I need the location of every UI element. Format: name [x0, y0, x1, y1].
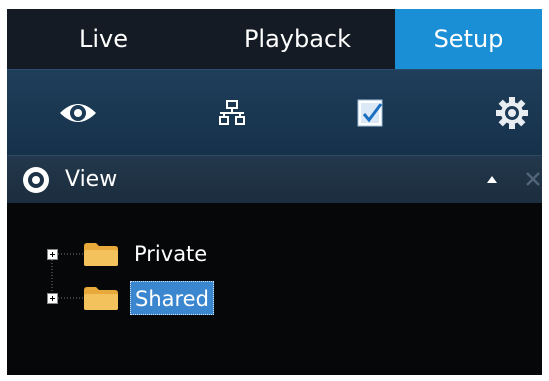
collapse-arrow-icon[interactable] — [485, 172, 499, 186]
folder-icon — [84, 287, 118, 310]
expand-private-icon[interactable] — [47, 249, 58, 260]
views-button[interactable] — [57, 92, 99, 134]
tab-setup-label: Setup — [433, 25, 504, 53]
app-window: Live Playback Setup View Private Shared — [7, 9, 542, 375]
tab-playback-label: Playback — [243, 25, 352, 53]
tree-item-label: Private — [134, 242, 208, 266]
main-tab-bar: Live Playback Setup — [7, 9, 542, 69]
network-button[interactable] — [211, 92, 253, 134]
view-tree: Private Shared — [7, 203, 542, 375]
tab-live[interactable]: Live — [7, 9, 200, 69]
eye-icon — [60, 104, 96, 122]
tab-live-label: Live — [78, 25, 128, 53]
settings-button[interactable] — [491, 92, 533, 134]
close-icon[interactable] — [523, 169, 542, 189]
gear-icon — [496, 97, 528, 129]
eye-icon — [23, 167, 49, 193]
network-icon — [219, 100, 245, 125]
setup-toolbar — [7, 69, 542, 156]
tree-item-private[interactable]: Private — [7, 237, 542, 271]
view-panel-header: View — [7, 155, 542, 204]
tab-playback[interactable]: Playback — [200, 9, 395, 69]
tree-item-label-selected: Shared — [130, 281, 214, 315]
checklist-icon — [357, 99, 383, 127]
checklist-button[interactable] — [350, 92, 392, 134]
tree-item-shared[interactable]: Shared — [7, 281, 542, 315]
tab-setup[interactable]: Setup — [395, 9, 542, 69]
folder-icon — [84, 243, 118, 266]
expand-shared-icon[interactable] — [47, 293, 58, 304]
view-panel-title: View — [65, 167, 118, 192]
